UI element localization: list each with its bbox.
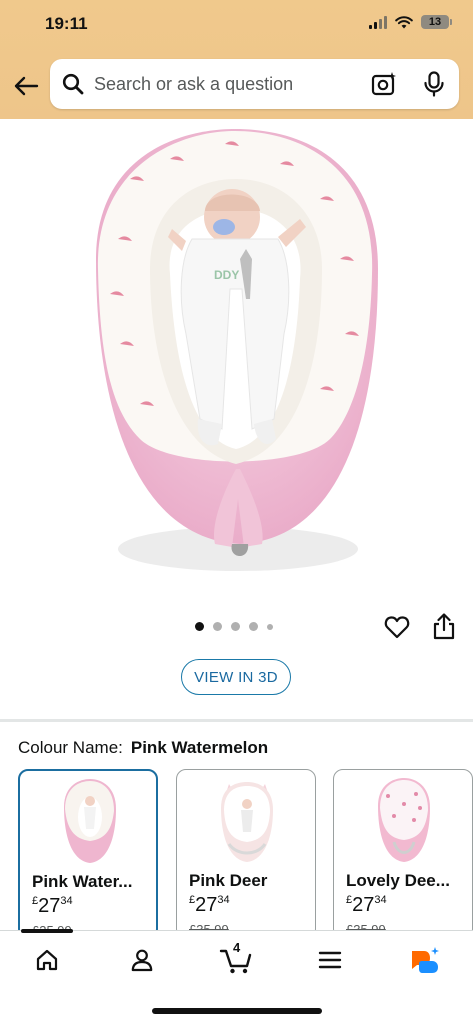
camera-search-icon[interactable] <box>371 71 397 97</box>
microphone-icon[interactable] <box>423 71 445 97</box>
carousel-dot[interactable] <box>267 623 273 630</box>
view-in-3d-button[interactable]: VIEW IN 3D <box>181 659 291 695</box>
colour-label: Colour Name: <box>18 738 123 757</box>
tab-rufus[interactable] <box>404 945 444 975</box>
battery-icon: 13 <box>421 15 452 29</box>
variant-card[interactable]: Lovely Dee... £2734 £35.99 <box>333 769 473 939</box>
carousel-dot[interactable] <box>231 622 240 631</box>
person-icon <box>131 949 153 972</box>
active-tab-indicator <box>21 929 73 933</box>
section-divider <box>0 719 473 722</box>
variant-card[interactable]: Pink Water... £2734 £35.99 <box>18 769 158 939</box>
home-indicator <box>152 1008 322 1014</box>
colour-value: Pink Watermelon <box>130 738 269 757</box>
cellular-signal-icon <box>369 15 387 29</box>
svg-text:DDY: DDY <box>214 268 239 282</box>
search-bar[interactable] <box>50 59 459 109</box>
back-button[interactable] <box>10 70 42 102</box>
search-icon <box>62 73 84 95</box>
image-carousel-dots[interactable] <box>195 622 273 631</box>
home-icon <box>36 949 58 971</box>
pink-watermelon-thumbnail <box>64 779 116 863</box>
share-icon[interactable] <box>432 613 456 640</box>
status-time: 19:11 <box>45 14 88 33</box>
variant-name: Pink Water... <box>32 872 133 891</box>
variant-card[interactable]: Pink Deer £2734 £35.99 <box>176 769 316 939</box>
carousel-dot[interactable] <box>249 622 258 631</box>
product-image[interactable]: DDY <box>0 119 473 591</box>
variant-name: Lovely Dee... <box>346 871 450 890</box>
cart-count: 4 <box>233 940 241 955</box>
product-page: 19:11 13 Search or ask a question DDY VI… <box>0 0 473 1024</box>
colour-name-row: Colour Name: Pink Watermelon <box>18 738 268 758</box>
variant-name: Pink Deer <box>189 871 268 890</box>
lovely-deer-thumbnail <box>378 778 430 862</box>
tab-cart[interactable]: 4 <box>216 940 256 975</box>
top-header: 19:11 13 <box>0 0 473 119</box>
search-input[interactable] <box>94 73 354 95</box>
hamburger-menu-icon <box>318 951 342 969</box>
tab-account[interactable] <box>122 945 162 975</box>
tab-home[interactable] <box>27 945 67 975</box>
carousel-dot[interactable] <box>213 622 222 631</box>
variant-price: £2734 <box>189 894 230 916</box>
variant-price: £2734 <box>346 894 387 916</box>
wifi-icon <box>395 15 413 28</box>
tab-menu[interactable] <box>310 945 350 975</box>
carousel-dot[interactable] <box>195 622 204 631</box>
variant-price: £2734 <box>32 895 73 917</box>
pink-deer-thumbnail <box>221 782 273 862</box>
baby-nest-photo: DDY <box>96 129 378 571</box>
rufus-assistant-icon <box>412 947 439 973</box>
heart-icon[interactable] <box>384 614 410 640</box>
arrow-left-icon <box>14 76 39 96</box>
status-icons: 13 <box>369 15 452 29</box>
colour-variants: Pink Water... £2734 £35.99 Pink Deer £27… <box>18 769 473 939</box>
